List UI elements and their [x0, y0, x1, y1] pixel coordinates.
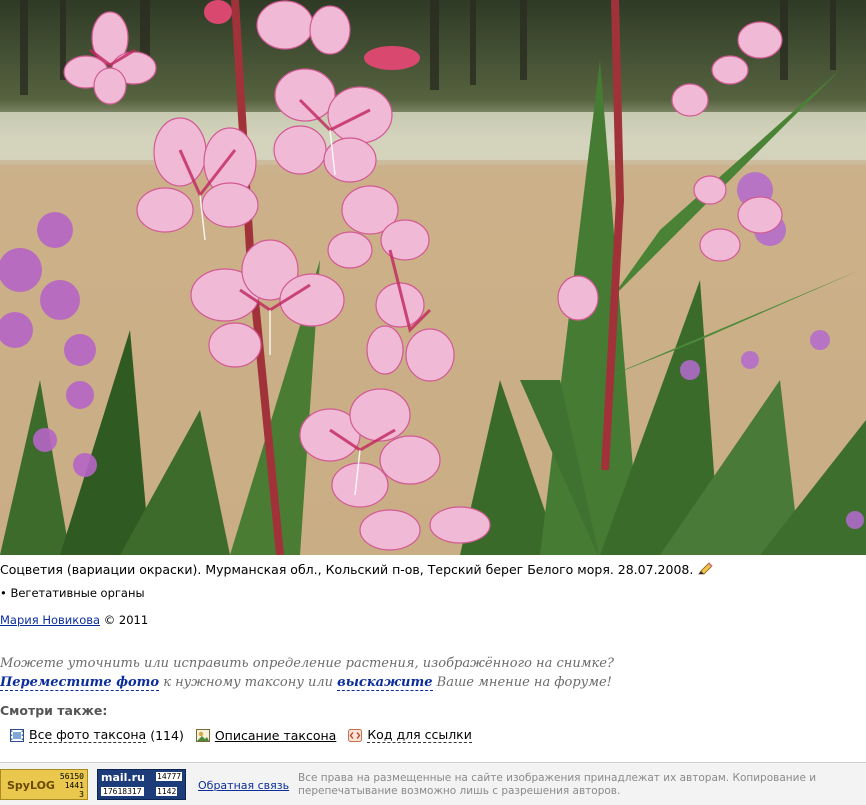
spylog-n2: 1441 — [64, 781, 84, 790]
author-link[interactable]: Мария Новикова — [0, 613, 100, 627]
photo-caption: Соцветия (вариации окраски). Мурманская … — [0, 562, 866, 580]
copyright-notice: Все права на размещенные на сайте изобра… — [298, 772, 817, 797]
pencil-icon[interactable] — [697, 562, 713, 580]
photo-illustration — [0, 0, 866, 555]
footer: SpyLOG 56150 1441 3 mail.ru 14777 176183… — [0, 763, 866, 805]
mailru-counter[interactable]: mail.ru 14777 17618317 1142 — [97, 769, 186, 800]
vegetative-organs-label[interactable]: • Вегетативные органы — [0, 586, 145, 600]
suggest-mid-text: к нужному таксону или — [163, 675, 334, 690]
all-photos-link[interactable]: Все фото таксона — [29, 727, 147, 743]
author-line: Мария Новикова © 2011 — [0, 613, 148, 627]
link-code-item[interactable]: Код для ссылки — [348, 727, 472, 743]
all-photos-count: (114) — [150, 727, 184, 743]
copyright-text: © 2011 — [103, 613, 149, 627]
forum-link[interactable]: выскажите — [337, 675, 433, 691]
picture-icon — [195, 728, 210, 742]
spylog-logo: SpyLOG — [7, 779, 55, 792]
spylog-n3: 3 — [79, 790, 84, 799]
spylog-n1: 56150 — [59, 772, 84, 781]
taxon-description-item[interactable]: Описание таксона — [195, 728, 336, 743]
move-photo-link[interactable]: Переместите фото — [0, 675, 160, 691]
mailru-n2: 17618317 — [101, 787, 144, 796]
see-also-title: Смотри также: — [0, 703, 108, 718]
spylog-numbers: 56150 1441 3 — [60, 772, 84, 799]
caption-text: Соцветия (вариации окраски). Мурманская … — [0, 562, 694, 577]
suggest-tail-text: Ваше мнение на форуме! — [436, 675, 612, 690]
mailru-n1: 14777 — [156, 772, 183, 781]
link-code-link[interactable]: Код для ссылки — [367, 727, 472, 743]
suggest-question: Можете уточнить или исправить определени… — [0, 656, 614, 671]
mailru-logo: mail.ru — [101, 771, 145, 784]
spylog-counter[interactable]: SpyLOG 56150 1441 3 — [0, 769, 88, 800]
code-icon — [348, 728, 363, 742]
film-icon — [10, 728, 24, 742]
see-also-links: Все фото таксона (114) Описание таксона … — [10, 727, 484, 743]
plant-photo — [0, 0, 866, 555]
suggest-block: Можете уточнить или исправить определени… — [0, 654, 866, 692]
taxon-description-link[interactable]: Описание таксона — [215, 728, 336, 743]
all-photos-item[interactable]: Все фото таксона (114) — [10, 727, 184, 743]
mailru-n3: 1142 — [156, 787, 178, 796]
feedback-link[interactable]: Обратная связь — [198, 779, 289, 792]
vegetative-organs-link[interactable]: • Вегетативные органы — [0, 586, 145, 600]
suggest-actions: Переместите фото к нужному таксону или в… — [0, 673, 866, 692]
